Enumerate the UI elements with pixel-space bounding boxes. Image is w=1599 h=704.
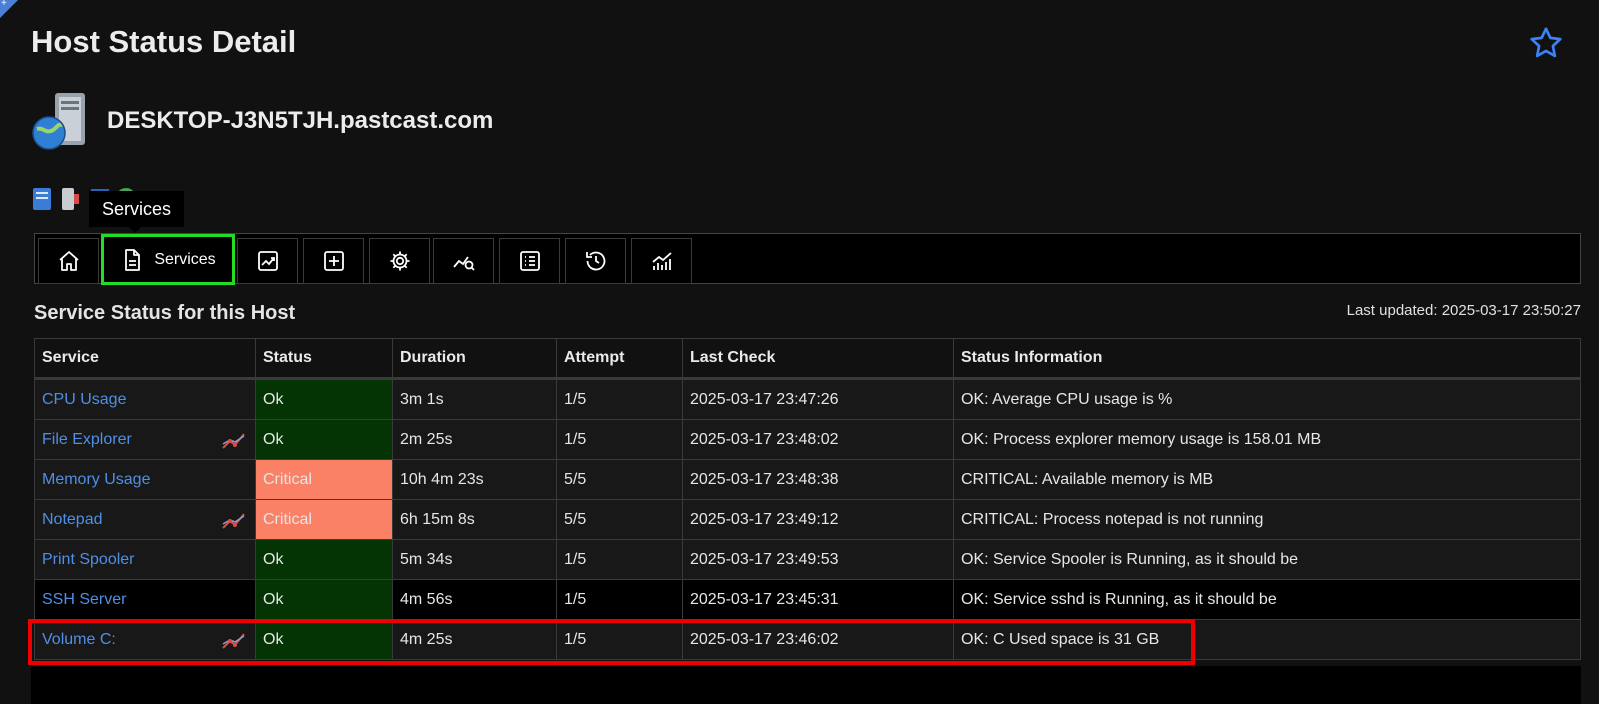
status-info-cell: OK: C Used space is 31 GB — [953, 619, 1581, 660]
home-button[interactable] — [38, 238, 99, 284]
trends-button[interactable] — [237, 238, 298, 284]
service-link[interactable]: Memory Usage — [42, 471, 150, 488]
service-name-cell: SSH Server — [34, 579, 256, 620]
services-tooltip: Services — [89, 191, 184, 233]
service-link[interactable]: CPU Usage — [42, 391, 126, 408]
table-row: CPU Usage Ok 3m 1s 1/5 2025-03-17 23:47:… — [34, 378, 1581, 420]
attempt-cell: 5/5 — [556, 499, 683, 540]
attempt-cell: 1/5 — [556, 419, 683, 460]
table-row: Notepad Critical 6h 15m 8s 5/5 2025-03-1… — [34, 499, 1581, 540]
service-name-cell: Print Spooler — [34, 539, 256, 580]
table-row: File Explorer Ok 2m 25s 1/5 2025-03-17 2… — [34, 419, 1581, 460]
service-status-table: Service Status Duration Attempt Last Che… — [34, 338, 1581, 660]
service-link[interactable]: Volume C: — [42, 631, 116, 648]
attempt-cell: 1/5 — [556, 619, 683, 660]
analyze-button[interactable] — [433, 238, 494, 284]
tab-services[interactable]: Services — [101, 234, 235, 285]
service-link[interactable]: Notepad — [42, 511, 103, 528]
attempt-cell: 5/5 — [556, 459, 683, 500]
status-cell: Ok — [255, 378, 393, 420]
service-name-cell: Volume C: — [34, 619, 256, 660]
performance-graph-icon[interactable] — [221, 430, 247, 450]
last-check-cell: 2025-03-17 23:48:02 — [682, 419, 954, 460]
service-name-cell: Notepad — [34, 499, 256, 540]
device-icon[interactable] — [59, 186, 83, 212]
table-row: Memory Usage Critical 10h 4m 23s 5/5 202… — [34, 459, 1581, 500]
trend-chart-icon — [257, 251, 278, 271]
service-name-cell: CPU Usage — [34, 378, 256, 420]
status-info-cell: OK: Service Spooler is Running, as it sh… — [953, 539, 1581, 580]
header-duration[interactable]: Duration — [392, 338, 557, 380]
status-cell: Ok — [255, 619, 393, 660]
header-attempt[interactable]: Attempt — [556, 338, 683, 380]
tab-services-label: Services — [154, 250, 216, 268]
plus-square-icon — [323, 251, 344, 271]
last-check-cell: 2025-03-17 23:45:31 — [682, 579, 954, 620]
status-cell: Critical — [255, 459, 393, 500]
host-name: DESKTOP-J3N5TJH.pastcast.com — [107, 107, 494, 134]
status-info-cell: OK: Service sshd is Running, as it shoul… — [953, 579, 1581, 620]
duration-cell: 10h 4m 23s — [392, 459, 557, 500]
history-button[interactable] — [565, 238, 626, 284]
gear-icon — [390, 251, 409, 271]
service-link[interactable]: Print Spooler — [42, 551, 135, 568]
service-link[interactable]: File Explorer — [42, 431, 132, 448]
table-header-row: Service Status Duration Attempt Last Che… — [34, 338, 1581, 380]
performance-graph-icon[interactable] — [221, 630, 247, 650]
status-info-cell: OK: Process explorer memory usage is 158… — [953, 419, 1581, 460]
document-icon — [125, 248, 141, 271]
header-service[interactable]: Service — [34, 338, 256, 380]
host-server-icon — [32, 93, 85, 150]
bar-chart-icon — [651, 252, 672, 270]
list-icon — [519, 251, 540, 271]
header-last-check[interactable]: Last Check — [682, 338, 954, 380]
status-info-cell: OK: Average CPU usage is % — [953, 378, 1581, 420]
attempt-cell: 1/5 — [556, 378, 683, 420]
service-link[interactable]: SSH Server — [42, 591, 126, 608]
duration-cell: 2m 25s — [392, 419, 557, 460]
last-check-cell: 2025-03-17 23:49:53 — [682, 539, 954, 580]
last-check-cell: 2025-03-17 23:49:12 — [682, 499, 954, 540]
status-info-cell: CRITICAL: Available memory is MB — [953, 459, 1581, 500]
status-info-cell: CRITICAL: Process notepad is not running — [953, 499, 1581, 540]
corner-badge: + — [0, 0, 18, 18]
statistics-button[interactable] — [631, 238, 692, 284]
table-row: Print Spooler Ok 5m 34s 1/5 2025-03-17 2… — [34, 539, 1581, 580]
plus-icon: + — [1, 0, 7, 9]
add-button[interactable] — [303, 238, 364, 284]
performance-graph-icon[interactable] — [221, 510, 247, 530]
duration-cell: 4m 56s — [392, 579, 557, 620]
duration-cell: 5m 34s — [392, 539, 557, 580]
service-name-cell: Memory Usage — [34, 459, 256, 500]
header-status-information[interactable]: Status Information — [953, 338, 1581, 380]
history-icon — [585, 251, 605, 271]
table-row: SSH Server Ok 4m 56s 1/5 2025-03-17 23:4… — [34, 579, 1581, 620]
settings-button[interactable] — [369, 238, 430, 284]
status-cell: Ok — [255, 579, 393, 620]
last-check-cell: 2025-03-17 23:47:26 — [682, 378, 954, 420]
home-icon — [58, 251, 79, 271]
last-check-cell: 2025-03-17 23:48:38 — [682, 459, 954, 500]
duration-cell: 3m 1s — [392, 378, 557, 420]
status-cell: Ok — [255, 419, 393, 460]
page-title: Host Status Detail — [31, 24, 297, 59]
service-name-cell: File Explorer — [34, 419, 256, 460]
table-row: Volume C: Ok 4m 25s 1/5 2025-03-17 23:46… — [34, 619, 1581, 660]
table-footer-area — [31, 666, 1581, 704]
header-status[interactable]: Status — [255, 338, 393, 380]
attempt-cell: 1/5 — [556, 539, 683, 580]
host-toolbar: Services — [34, 233, 1581, 285]
last-updated: Last updated: 2025-03-17 23:50:27 — [1346, 302, 1581, 319]
chart-search-icon — [452, 256, 475, 271]
duration-cell: 6h 15m 8s — [392, 499, 557, 540]
attempt-cell: 1/5 — [556, 579, 683, 620]
favorite-star-icon[interactable] — [1528, 25, 1564, 61]
last-check-cell: 2025-03-17 23:46:02 — [682, 619, 954, 660]
duration-cell: 4m 25s — [392, 619, 557, 660]
status-cell: Critical — [255, 499, 393, 540]
status-cell: Ok — [255, 539, 393, 580]
notes-icon[interactable] — [31, 186, 53, 212]
list-button[interactable] — [499, 238, 560, 284]
section-title: Service Status for this Host — [34, 302, 296, 324]
